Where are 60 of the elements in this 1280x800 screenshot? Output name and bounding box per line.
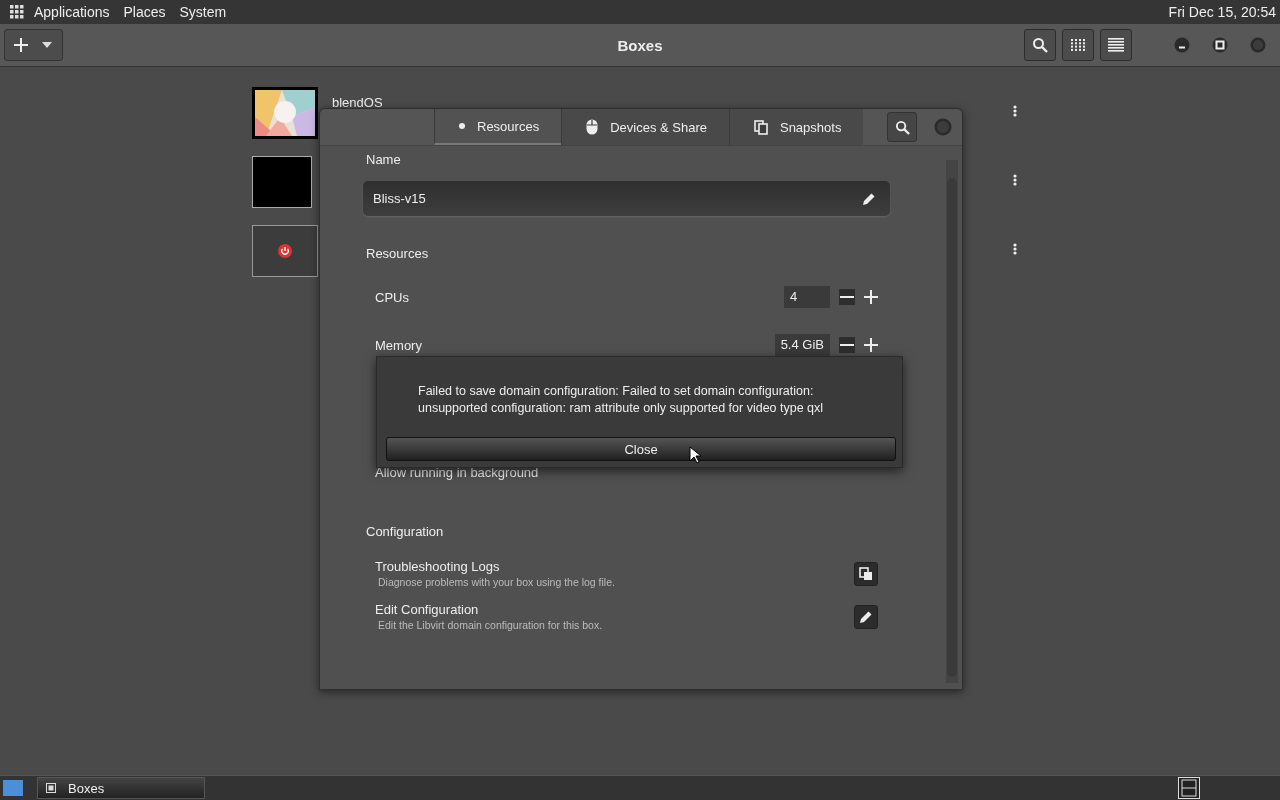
powered-off-thumbnail[interactable] — [252, 225, 318, 277]
setting-label: Allow running in background — [375, 464, 539, 480]
error-message: Failed to save domain configuration: Failed to set domain configuration: unsupported configuration: ram attribute only supported for video type qxl — [418, 383, 825, 417]
window-icon — [46, 783, 56, 793]
clock[interactable]: Fri Dec 15, 20:54 — [1168, 4, 1276, 20]
search-icon — [1032, 37, 1048, 53]
setting-label: CPUs — [375, 289, 409, 305]
section-heading: Configuration — [366, 524, 445, 539]
pencil-icon — [859, 609, 873, 624]
setting-title: Troubleshooting Logs — [375, 559, 501, 574]
taskbar-item[interactable]: Boxes — [37, 777, 205, 799]
list-icon — [1108, 38, 1124, 52]
search-button[interactable] — [1024, 29, 1056, 61]
setting-description: Edit the Libvirt domain configuration for this box. — [378, 619, 603, 631]
minimize-icon[interactable] — [1174, 37, 1190, 53]
spin-field[interactable]: 4 — [784, 286, 830, 308]
minus-icon[interactable] — [839, 289, 855, 305]
new-box-button[interactable] — [4, 29, 63, 61]
search-icon — [894, 119, 910, 135]
open-logs-button[interactable] — [854, 561, 878, 586]
app-grid-icon[interactable] — [10, 5, 24, 19]
setting-label: Memory — [375, 337, 422, 353]
section-heading: Name — [366, 152, 402, 167]
maximize-icon[interactable] — [1212, 37, 1228, 53]
box-name: blendOS — [332, 95, 383, 110]
panel-menu[interactable]: Applications — [34, 4, 110, 20]
caret-icon — [42, 42, 52, 48]
spin-field[interactable]: 5.4 GiB — [774, 334, 830, 356]
grid-view-button[interactable] — [1062, 29, 1094, 61]
panel-menu[interactable]: Places — [123, 4, 166, 20]
panel-menu[interactable]: System — [179, 4, 227, 20]
power-icon — [278, 244, 292, 258]
mouse-pointer-icon — [689, 446, 701, 464]
edit-button[interactable] — [854, 604, 878, 629]
setting-title: Edit Configuration — [375, 602, 480, 617]
plus-icon[interactable] — [864, 290, 878, 304]
copy-icon — [859, 566, 873, 581]
plus-icon[interactable] — [864, 338, 878, 352]
more-options-icon[interactable] — [1013, 243, 1017, 255]
tab[interactable]: Resources — [434, 109, 562, 145]
list-view-button[interactable] — [1100, 29, 1132, 61]
close-button[interactable]: Close — [386, 437, 896, 461]
grid-icon — [1071, 39, 1085, 51]
more-options-icon[interactable] — [1013, 174, 1017, 186]
setting-description: Diagnose problems with your box using the log file. — [378, 576, 615, 588]
more-options-icon[interactable] — [1013, 105, 1017, 117]
minus-icon[interactable] — [839, 337, 855, 353]
name-field[interactable]: Bliss-v15 — [363, 181, 890, 216]
plus-icon — [14, 38, 28, 52]
window-title: Boxes — [617, 37, 663, 54]
tab[interactable]: Devices & Share — [561, 109, 729, 145]
workspace-switcher-icon[interactable] — [1178, 777, 1200, 799]
mouse-icon — [586, 119, 599, 135]
tab[interactable]: Snapshots — [728, 109, 864, 145]
copy-icon — [753, 119, 768, 135]
search-button[interactable] — [887, 112, 918, 142]
section-heading: Resources — [366, 246, 430, 261]
blank-screen-thumbnail[interactable] — [252, 156, 312, 208]
dot-icon — [459, 123, 465, 129]
pencil-icon — [862, 191, 876, 206]
